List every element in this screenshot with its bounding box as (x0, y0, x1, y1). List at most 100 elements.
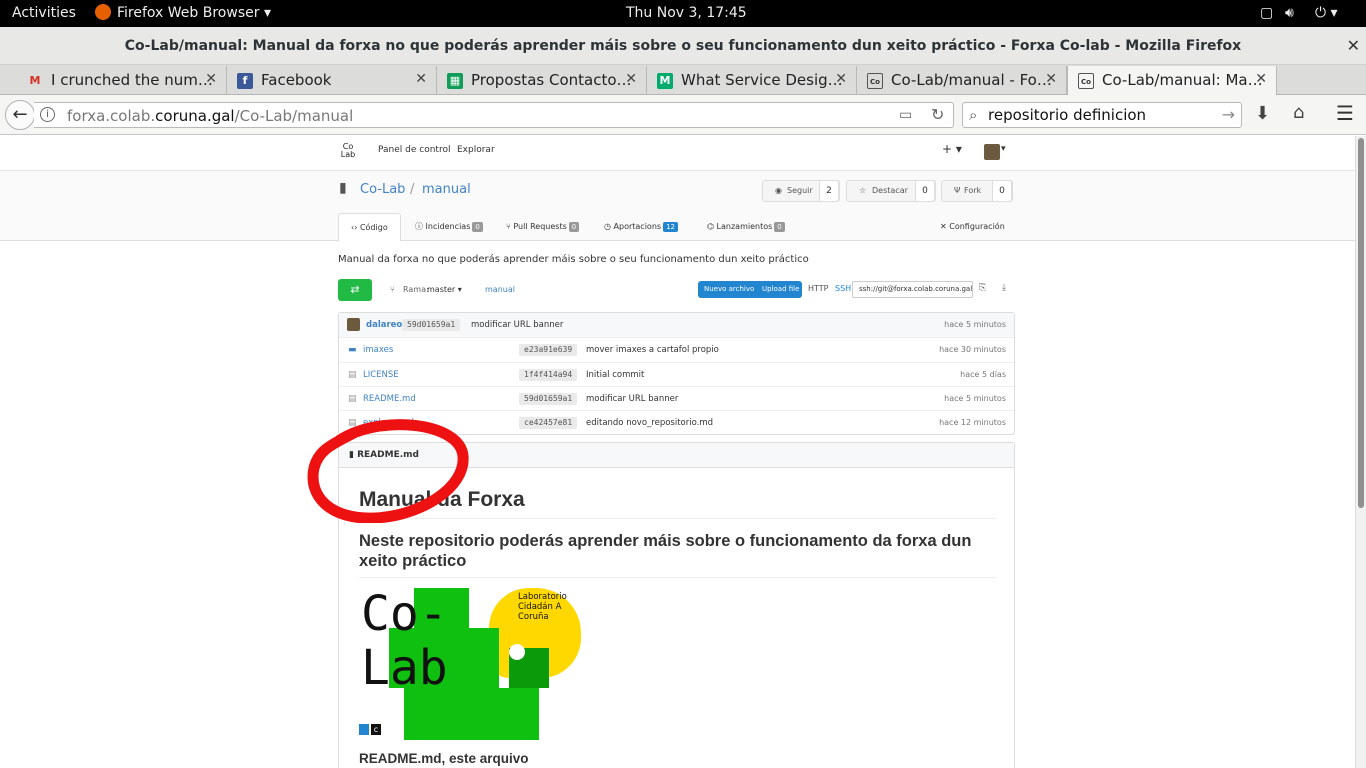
tab-label: Propostas Contacto… (471, 71, 632, 89)
tab-sheets[interactable]: ▦ Propostas Contacto… ✕ (437, 66, 647, 95)
new-file-button[interactable]: Nuevo archivo (704, 281, 754, 298)
search-go-icon[interactable]: → (1222, 105, 1235, 124)
create-menu[interactable]: + ▾ (942, 142, 962, 156)
colab-logo-image: Co- Lab Laboratorio Cidadán A Coruña c (359, 588, 584, 740)
tab-facebook[interactable]: f Facebook ✕ (227, 66, 437, 95)
logo-text: Lab (361, 640, 448, 696)
file-buttons-group: Nuevo archivo Upload file (698, 281, 802, 298)
http-button[interactable]: HTTP (808, 284, 828, 293)
tab-commits-label: Aportacions (613, 222, 662, 231)
home-icon[interactable]: ⌂ (1293, 102, 1304, 123)
file-table: dalareo 59d01659a1 modificar URL banner … (338, 312, 1015, 435)
table-row[interactable]: ▤ README.md 59d01659a1 modificar URL ban… (339, 386, 1014, 411)
watch-count[interactable]: 2 (819, 180, 839, 202)
star-button[interactable]: ☆ Destacar 0 (846, 180, 936, 202)
tab-label: Facebook (261, 71, 332, 89)
avatar[interactable] (984, 144, 1000, 160)
nav-explore[interactable]: Explorar (457, 145, 495, 155)
search-input[interactable]: ⌕ repositorio definicion → (962, 102, 1242, 128)
file-sha[interactable]: ce42457e81 (519, 417, 578, 429)
path-breadcrumb[interactable]: manual (485, 285, 515, 294)
chevron-down-icon[interactable]: ▾ (1001, 144, 1006, 154)
readme-subtitle: Neste repositorio poderás aprender máis … (359, 531, 996, 578)
logo-text: Co- (361, 586, 448, 642)
clock[interactable]: Thu Nov 3, 17:45 (626, 5, 747, 21)
ssh-button[interactable]: SSH (835, 284, 851, 293)
tab-pull-requests[interactable]: ⑂ Pull Requests 0 (506, 213, 580, 242)
repo-name-link[interactable]: manual (422, 182, 471, 197)
close-tab-icon[interactable]: ✕ (205, 71, 217, 87)
tag-icon: ⌬ (707, 222, 714, 231)
search-value[interactable]: repositorio definicion (988, 106, 1146, 124)
back-button[interactable]: ← (5, 100, 35, 130)
close-tab-icon[interactable]: ✕ (625, 71, 637, 87)
tab-issues[interactable]: ⓘ Incidencias 0 (415, 213, 483, 242)
tab-code[interactable]: ‹› Código (338, 213, 401, 242)
close-tab-icon[interactable]: ✕ (835, 71, 847, 87)
activities-button[interactable]: Activities (12, 5, 76, 21)
url-bar[interactable]: i forxa.colab.coruna.gal/Co-Lab/manual ▭… (34, 102, 954, 128)
close-window-icon[interactable]: ✕ (1347, 27, 1360, 65)
reload-icon[interactable]: ↻ (931, 105, 944, 124)
watch-button[interactable]: ◉ Seguir 2 (762, 180, 840, 202)
branch-dropdown[interactable]: master ▾ (427, 285, 462, 294)
file-message: editando novo_repositorio.md (586, 418, 714, 428)
window-icon[interactable]: ▢ (1260, 5, 1273, 21)
tab-label: What Service Desig… (681, 71, 843, 89)
last-commit-row: dalareo 59d01659a1 modificar URL banner … (339, 313, 1014, 338)
tab-strip: M I crunched the num… ✕ f Facebook ✕ ▦ P… (0, 65, 1366, 156)
tab-colab-active[interactable]: Co Co-Lab/manual: Ma… ✕ (1067, 66, 1277, 96)
hamburger-menu-icon[interactable]: ☰ (1336, 101, 1354, 125)
upload-file-button[interactable]: Upload file (762, 281, 799, 298)
copy-icon[interactable]: ⎘ (979, 283, 986, 293)
download-icon[interactable]: ⬇ (1255, 103, 1270, 124)
url-text[interactable]: forxa.colab.coruna.gal/Co-Lab/manual (67, 107, 353, 125)
window-titlebar: Co-Lab/manual: Manual da forxa no que po… (0, 27, 1366, 65)
site-logo[interactable]: Co Lab (339, 143, 357, 159)
power-icon[interactable]: ⏻ ▾ (1315, 5, 1338, 21)
download-icon[interactable]: ⤓ (1002, 283, 1006, 293)
reader-view-icon[interactable]: ▭ (899, 107, 912, 123)
red-annotation-circle (307, 419, 469, 523)
tools-icon: ✕ (940, 222, 947, 231)
fork-button[interactable]: Ψ Fork 0 (941, 180, 1013, 202)
tab-commits[interactable]: ◷ Aportacions 12 (604, 213, 678, 242)
app-menu[interactable]: Firefox Web Browser ▾ (117, 5, 271, 21)
page-scrollbar[interactable] (1355, 136, 1366, 768)
volume-icon[interactable]: 🔊︎ (1285, 5, 1294, 21)
tab-gmail[interactable]: M I crunched the num… ✕ (17, 66, 227, 95)
nav-control-panel[interactable]: Panel de control (378, 145, 450, 155)
file-name[interactable]: README.md (363, 387, 416, 411)
file-sha[interactable]: e23a91e639 (519, 344, 578, 356)
pulls-count-badge: 0 (568, 222, 580, 232)
tab-colab-1[interactable]: Co Co-Lab/manual - Fo… ✕ (857, 66, 1067, 95)
info-icon[interactable]: i (40, 107, 55, 122)
colab-icon: Co (867, 73, 883, 89)
commit-sha[interactable]: 59d01659a1 (402, 319, 461, 331)
file-sha[interactable]: 1f4f414a94 (519, 369, 578, 381)
tab-settings[interactable]: ✕ Configuración (940, 213, 1005, 242)
star-count[interactable]: 0 (915, 180, 935, 202)
close-tab-icon[interactable]: ✕ (415, 71, 427, 87)
branch-label: Rama: (403, 285, 429, 294)
tab-releases[interactable]: ⌬ Lanzamientos 0 (707, 213, 785, 242)
logo-caption: Laboratorio Cidadán A Coruña (518, 592, 567, 622)
file-name[interactable]: imaxes (363, 338, 393, 362)
file-sha[interactable]: 59d01659a1 (519, 393, 578, 405)
repo-owner-link[interactable]: Co-Lab (360, 182, 405, 197)
clone-url-input[interactable]: ssh://git@forxa.colab.coruna.gal (852, 281, 973, 298)
close-tab-icon[interactable]: ✕ (1255, 71, 1267, 87)
table-row[interactable]: ▤ LICENSE 1f4f414a94 Initial commit hace… (339, 362, 1014, 387)
table-row[interactable]: ▬ imaxes e23a91e639 mover imaxes a carta… (339, 337, 1014, 362)
commit-author[interactable]: dalareo (366, 313, 402, 337)
search-icon: ⌕ (969, 106, 978, 124)
close-tab-icon[interactable]: ✕ (1045, 71, 1057, 87)
file-message: modificar URL banner (586, 394, 679, 404)
tab-settings-label: Configuración (949, 222, 1005, 231)
fork-count[interactable]: 0 (992, 180, 1012, 202)
scrollbar-thumb[interactable] (1358, 138, 1364, 508)
file-name[interactable]: LICENSE (363, 363, 399, 387)
tab-medium[interactable]: M What Service Desig… ✕ (647, 66, 857, 95)
file-age: hace 5 días (960, 370, 1006, 379)
compare-button[interactable]: ⇄ (338, 279, 372, 301)
